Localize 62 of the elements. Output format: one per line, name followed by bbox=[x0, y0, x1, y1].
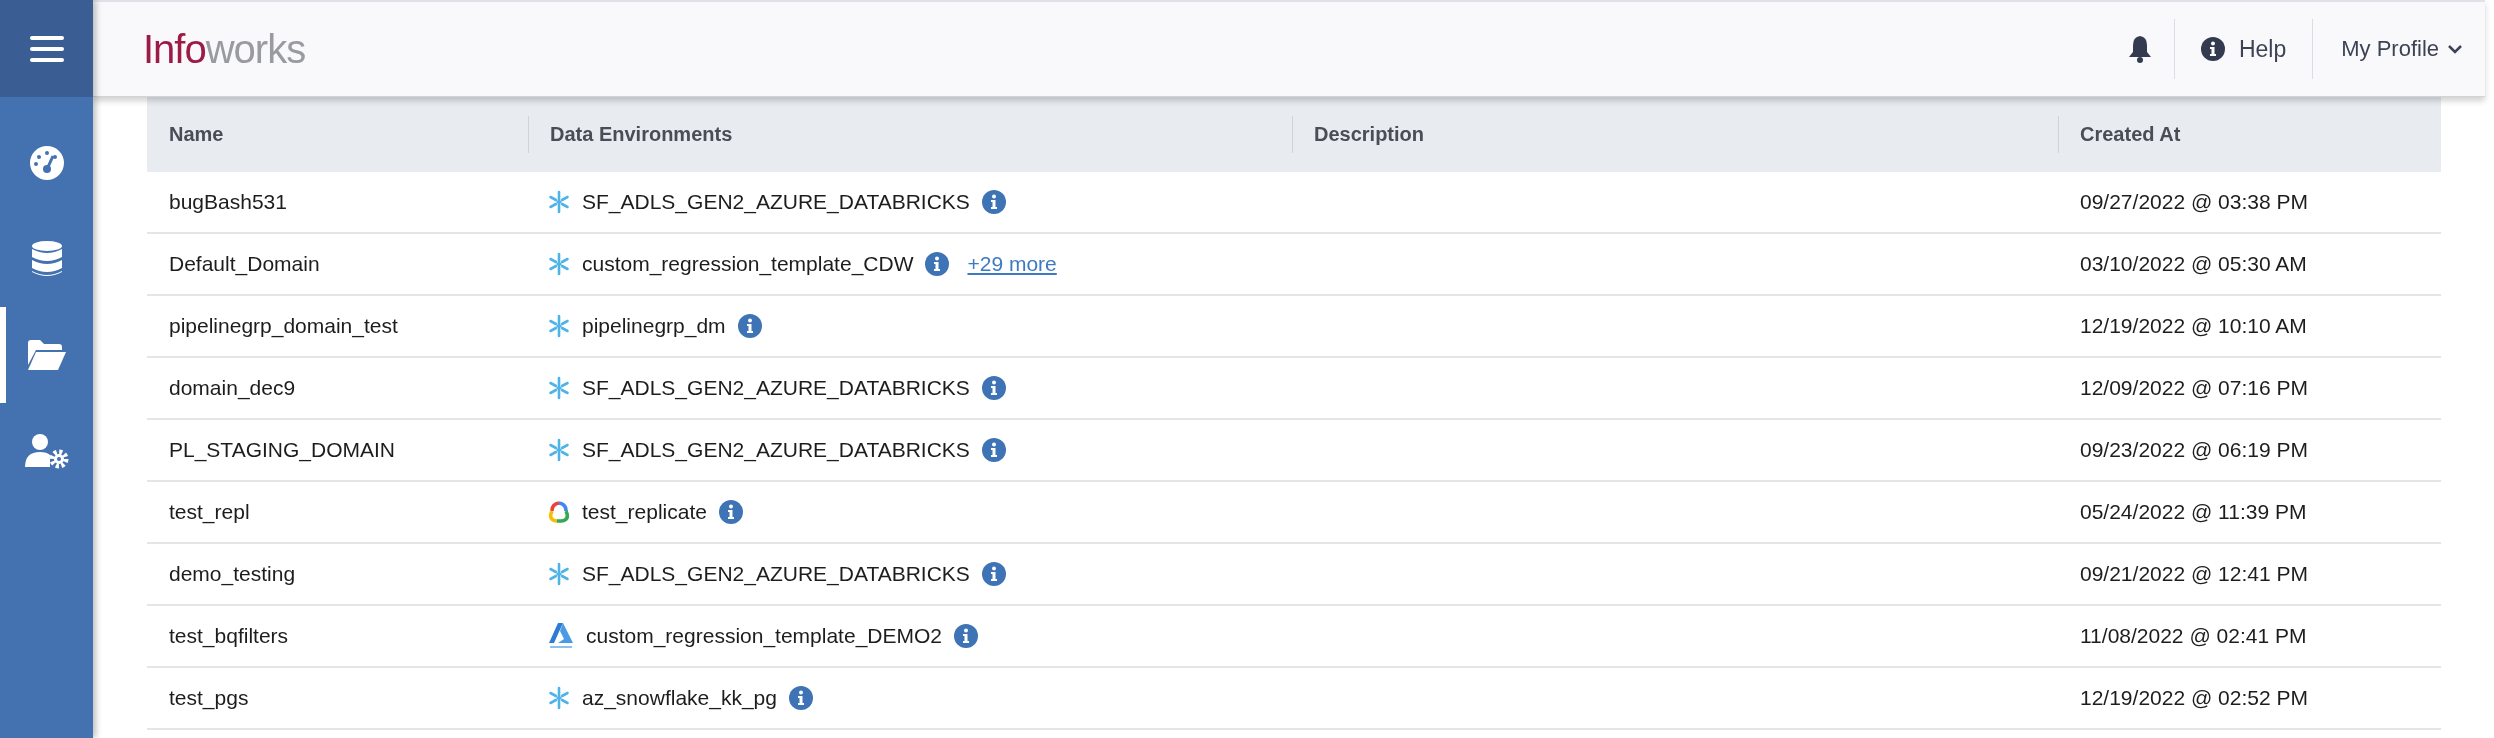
bell-icon bbox=[2127, 35, 2152, 63]
snowflake-icon bbox=[548, 562, 570, 586]
info-icon[interactable] bbox=[954, 624, 978, 648]
environment-name: SF_ADLS_GEN2_AZURE_DATABRICKS bbox=[582, 438, 970, 462]
more-environments-link[interactable]: +29 more bbox=[967, 252, 1057, 276]
environment-name: custom_regression_template_DEMO2 bbox=[586, 624, 942, 648]
domain-name: test_bqfilters bbox=[169, 624, 289, 648]
azure-logo-icon bbox=[548, 622, 574, 650]
created-at: 11/08/2022 @ 02:41 PM bbox=[2080, 624, 2307, 648]
info-icon[interactable] bbox=[737, 314, 762, 338]
created-at: 12/19/2022 @ 10:10 AM bbox=[2080, 314, 2307, 338]
created-at: 05/24/2022 @ 11:39 PM bbox=[2080, 500, 2307, 524]
domain-name: domain_dec9 bbox=[169, 376, 296, 400]
created-at: 09/27/2022 @ 03:38 PM bbox=[2080, 190, 2308, 214]
environment-name: SF_ADLS_GEN2_AZURE_DATABRICKS bbox=[582, 190, 970, 214]
domain-name: Default_Domain bbox=[169, 252, 320, 276]
column-header: Created At bbox=[2058, 97, 2441, 172]
info-icon[interactable] bbox=[981, 562, 1006, 586]
created-at: 03/10/2022 @ 05:30 AM bbox=[2080, 252, 2307, 276]
created-at: 12/19/2022 @ 02:52 PM bbox=[2080, 686, 2308, 710]
domain-name: test_repl bbox=[169, 500, 250, 524]
domain-name: test_pgs bbox=[169, 686, 249, 710]
profile-menu-button[interactable]: My Profile bbox=[2313, 36, 2485, 62]
environment-name: pipelinegrp_dm bbox=[582, 314, 726, 338]
snowflake-icon bbox=[548, 686, 570, 710]
user-gear-icon bbox=[24, 433, 69, 469]
environment-name: SF_ADLS_GEN2_AZURE_DATABRICKS bbox=[582, 562, 970, 586]
environment-name: custom_regression_template_CDW bbox=[582, 252, 914, 276]
snowflake-icon bbox=[548, 190, 570, 214]
menu-button[interactable] bbox=[0, 0, 93, 97]
folder-icon bbox=[26, 339, 67, 371]
infoworks-logo: Infoworks bbox=[143, 26, 306, 72]
snowflake-icon bbox=[548, 376, 570, 400]
info-icon[interactable] bbox=[981, 376, 1006, 400]
column-header: Name bbox=[147, 97, 528, 172]
created-at: 09/23/2022 @ 06:19 PM bbox=[2080, 438, 2308, 462]
environment-name: SF_ADLS_GEN2_AZURE_DATABRICKS bbox=[582, 376, 970, 400]
column-header: Data Environments bbox=[528, 97, 1292, 172]
domain-name: demo_testing bbox=[169, 562, 296, 586]
info-icon bbox=[2200, 37, 2225, 61]
dashboard-gauge-icon bbox=[28, 145, 65, 181]
domain-name: PL_STAGING_DOMAIN bbox=[169, 438, 395, 462]
environment-name: az_snowflake_kk_pg bbox=[582, 686, 777, 710]
created-at: 12/09/2022 @ 07:16 PM bbox=[2080, 376, 2308, 400]
database-icon bbox=[30, 240, 63, 278]
cloud-logo-icon bbox=[548, 500, 570, 524]
info-icon[interactable] bbox=[981, 438, 1006, 462]
info-icon[interactable] bbox=[925, 252, 950, 276]
info-icon[interactable] bbox=[788, 686, 813, 710]
chevron-down-icon bbox=[2447, 44, 2463, 54]
environment-name: test_replicate bbox=[582, 500, 707, 524]
snowflake-icon bbox=[548, 438, 570, 462]
snowflake-icon bbox=[548, 252, 570, 276]
domain-name: pipelinegrp_domain_test bbox=[169, 314, 398, 338]
info-icon[interactable] bbox=[718, 500, 743, 524]
help-button[interactable]: Help bbox=[2174, 19, 2314, 79]
domain-name: bugBash531 bbox=[169, 190, 287, 214]
info-icon[interactable] bbox=[981, 190, 1006, 214]
created-at: 09/21/2022 @ 12:41 PM bbox=[2080, 562, 2308, 586]
snowflake-icon bbox=[548, 314, 570, 338]
column-header: Description bbox=[1292, 97, 2058, 172]
menu-icon bbox=[29, 35, 64, 62]
